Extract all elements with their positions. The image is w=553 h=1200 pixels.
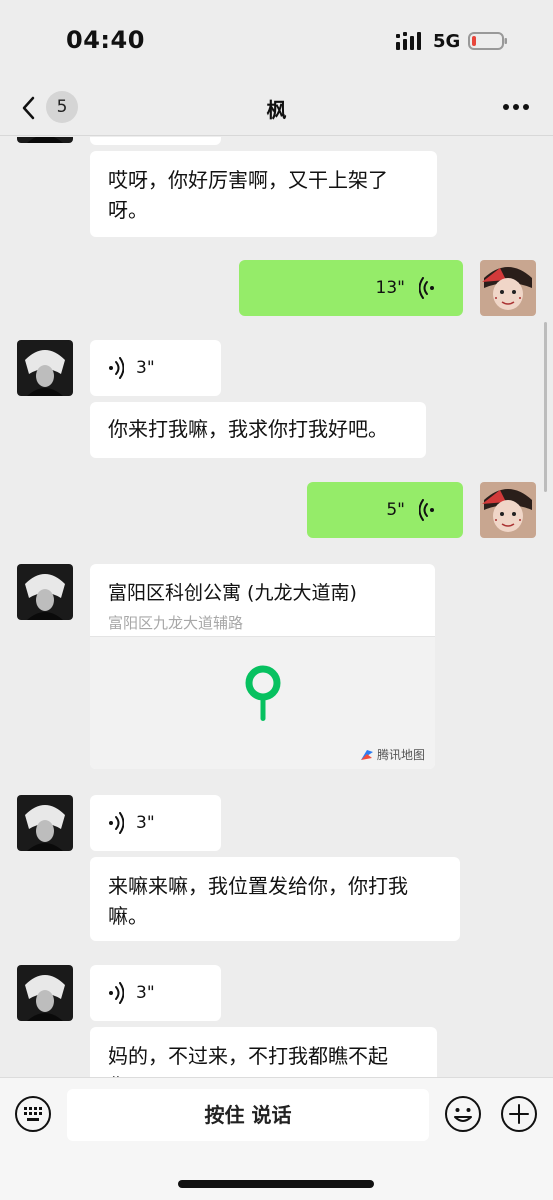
unread-badge: 5 — [46, 91, 78, 123]
message-bubble-incoming[interactable]: 来嘛来嘛，我位置发给你，你打我嘛。 — [90, 857, 460, 941]
voice-duration: 13" — [375, 278, 405, 298]
message-bubble-incoming[interactable]: 妈的，不过来，不打我都瞧不起你。 — [90, 1027, 437, 1077]
avatar-contact[interactable] — [17, 340, 73, 396]
voice-duration: 3" — [136, 983, 155, 1003]
location-card[interactable]: 富阳区科创公寓 (九龙大道南) 富阳区九龙大道辅路 腾讯地图 — [90, 564, 435, 769]
more-icon[interactable] — [496, 90, 536, 124]
map-brand: 腾讯地图 — [360, 746, 425, 763]
avatar-contact[interactable] — [17, 965, 73, 1021]
voice-message-incoming[interactable]: 3" — [90, 795, 221, 851]
location-title: 富阳区科创公寓 (九龙大道南) — [108, 582, 357, 604]
voice-message-incoming[interactable]: 3" — [90, 340, 221, 396]
chat-area[interactable]: 哎呀，你好厉害啊，又干上架了呀。 13" 3" 你来打我嘛，我求你打我好吧。 5… — [0, 137, 553, 1077]
voice-wave-icon — [109, 812, 124, 834]
voice-message-outgoing[interactable]: 5" — [307, 482, 463, 538]
voice-message-outgoing[interactable]: 13" — [239, 260, 463, 316]
message-text: 来嘛来嘛，我位置发给你，你打我嘛。 — [108, 874, 408, 928]
battery-icon — [468, 32, 507, 50]
message-bubble-incoming[interactable]: 哎呀，你好厉害啊，又干上架了呀。 — [90, 151, 437, 237]
status-time: 04:40 — [66, 26, 145, 54]
hold-to-talk-button[interactable]: 按住 说话 — [67, 1089, 429, 1141]
plus-icon[interactable] — [500, 1095, 538, 1133]
message-text: 哎呀，你好厉害啊，又干上架了呀。 — [108, 168, 388, 222]
network-label: 5G — [433, 31, 461, 52]
voice-wave-icon — [419, 499, 434, 521]
map-brand-label: 腾讯地图 — [376, 748, 425, 762]
input-bar: 按住 说话 — [0, 1077, 553, 1200]
message-text: 你来打我嘛，我求你打我好吧。 — [108, 417, 388, 441]
nav-bar: 枫 5 — [0, 80, 553, 136]
avatar-self[interactable] — [480, 482, 536, 538]
voice-duration: 3" — [136, 358, 155, 378]
tencent-map-logo-icon — [360, 749, 373, 760]
voice-message-incoming[interactable]: 3" — [90, 965, 221, 1021]
avatar-contact[interactable] — [17, 564, 73, 620]
scroll-indicator[interactable] — [544, 322, 547, 492]
voice-duration: 3" — [136, 813, 155, 833]
voice-wave-icon — [419, 277, 434, 299]
message-bubble-incoming[interactable]: 你来打我嘛，我求你打我好吧。 — [90, 402, 426, 458]
map-preview[interactable]: 腾讯地图 — [90, 636, 435, 769]
avatar-contact[interactable] — [17, 137, 73, 143]
location-address: 富阳区九龙大道辅路 — [108, 614, 244, 632]
voice-wave-icon — [109, 982, 124, 1004]
back-button[interactable]: 5 — [14, 86, 94, 128]
emoji-icon[interactable] — [444, 1095, 482, 1133]
home-indicator — [178, 1180, 374, 1188]
keyboard-icon[interactable] — [14, 1095, 52, 1133]
chevron-left-icon — [22, 96, 35, 120]
avatar-self[interactable] — [480, 260, 536, 316]
avatar-contact[interactable] — [17, 795, 73, 851]
map-pin-icon — [245, 665, 281, 721]
voice-wave-icon — [109, 357, 124, 379]
status-bar: 04:40 5G — [0, 0, 553, 80]
signal-icon — [396, 32, 421, 50]
message-bubble-partial[interactable] — [90, 137, 221, 145]
voice-duration: 5" — [386, 500, 405, 520]
message-text: 妈的，不过来，不打我都瞧不起你。 — [108, 1044, 388, 1077]
